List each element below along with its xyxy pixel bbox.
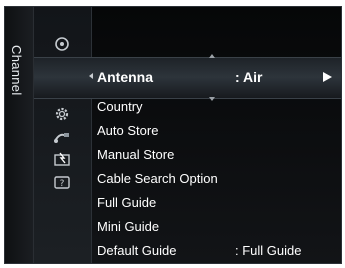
input-icon[interactable] — [51, 126, 73, 148]
picture-icon[interactable] — [51, 33, 73, 55]
menu-item-antenna[interactable]: Antenna — [97, 69, 153, 85]
menu-item-country[interactable]: Country — [97, 97, 143, 117]
support-icon[interactable]: ? — [51, 172, 73, 194]
menu-item-full-guide[interactable]: Full Guide — [97, 193, 156, 213]
selected-row-highlight — [34, 57, 341, 99]
right-arrow-icon[interactable] — [323, 72, 332, 82]
default-guide-value: : Full Guide — [235, 243, 302, 258]
svg-text:?: ? — [60, 179, 65, 189]
menu-item-auto-store[interactable]: Auto Store — [97, 121, 158, 141]
application-icon[interactable] — [51, 149, 73, 171]
antenna-value: : Air — [235, 69, 263, 85]
up-arrow-icon — [209, 54, 215, 58]
icon-column: ? — [34, 7, 92, 263]
menu-item-cable-search-option[interactable]: Cable Search Option — [97, 169, 218, 189]
category-label: Channel — [9, 45, 24, 96]
menu-item-default-guide[interactable]: Default Guide — [97, 241, 177, 261]
menu-item-manual-store[interactable]: Manual Store — [97, 145, 174, 165]
menu-category-tab: Channel — [5, 7, 34, 263]
setup-gear-icon[interactable] — [51, 103, 73, 125]
left-arrow-icon — [89, 73, 93, 79]
down-arrow-icon — [209, 97, 215, 101]
osd-menu-panel: Channel ? Antenna: Air Country Auto Sto… — [4, 6, 342, 264]
menu-item-mini-guide[interactable]: Mini Guide — [97, 217, 159, 237]
